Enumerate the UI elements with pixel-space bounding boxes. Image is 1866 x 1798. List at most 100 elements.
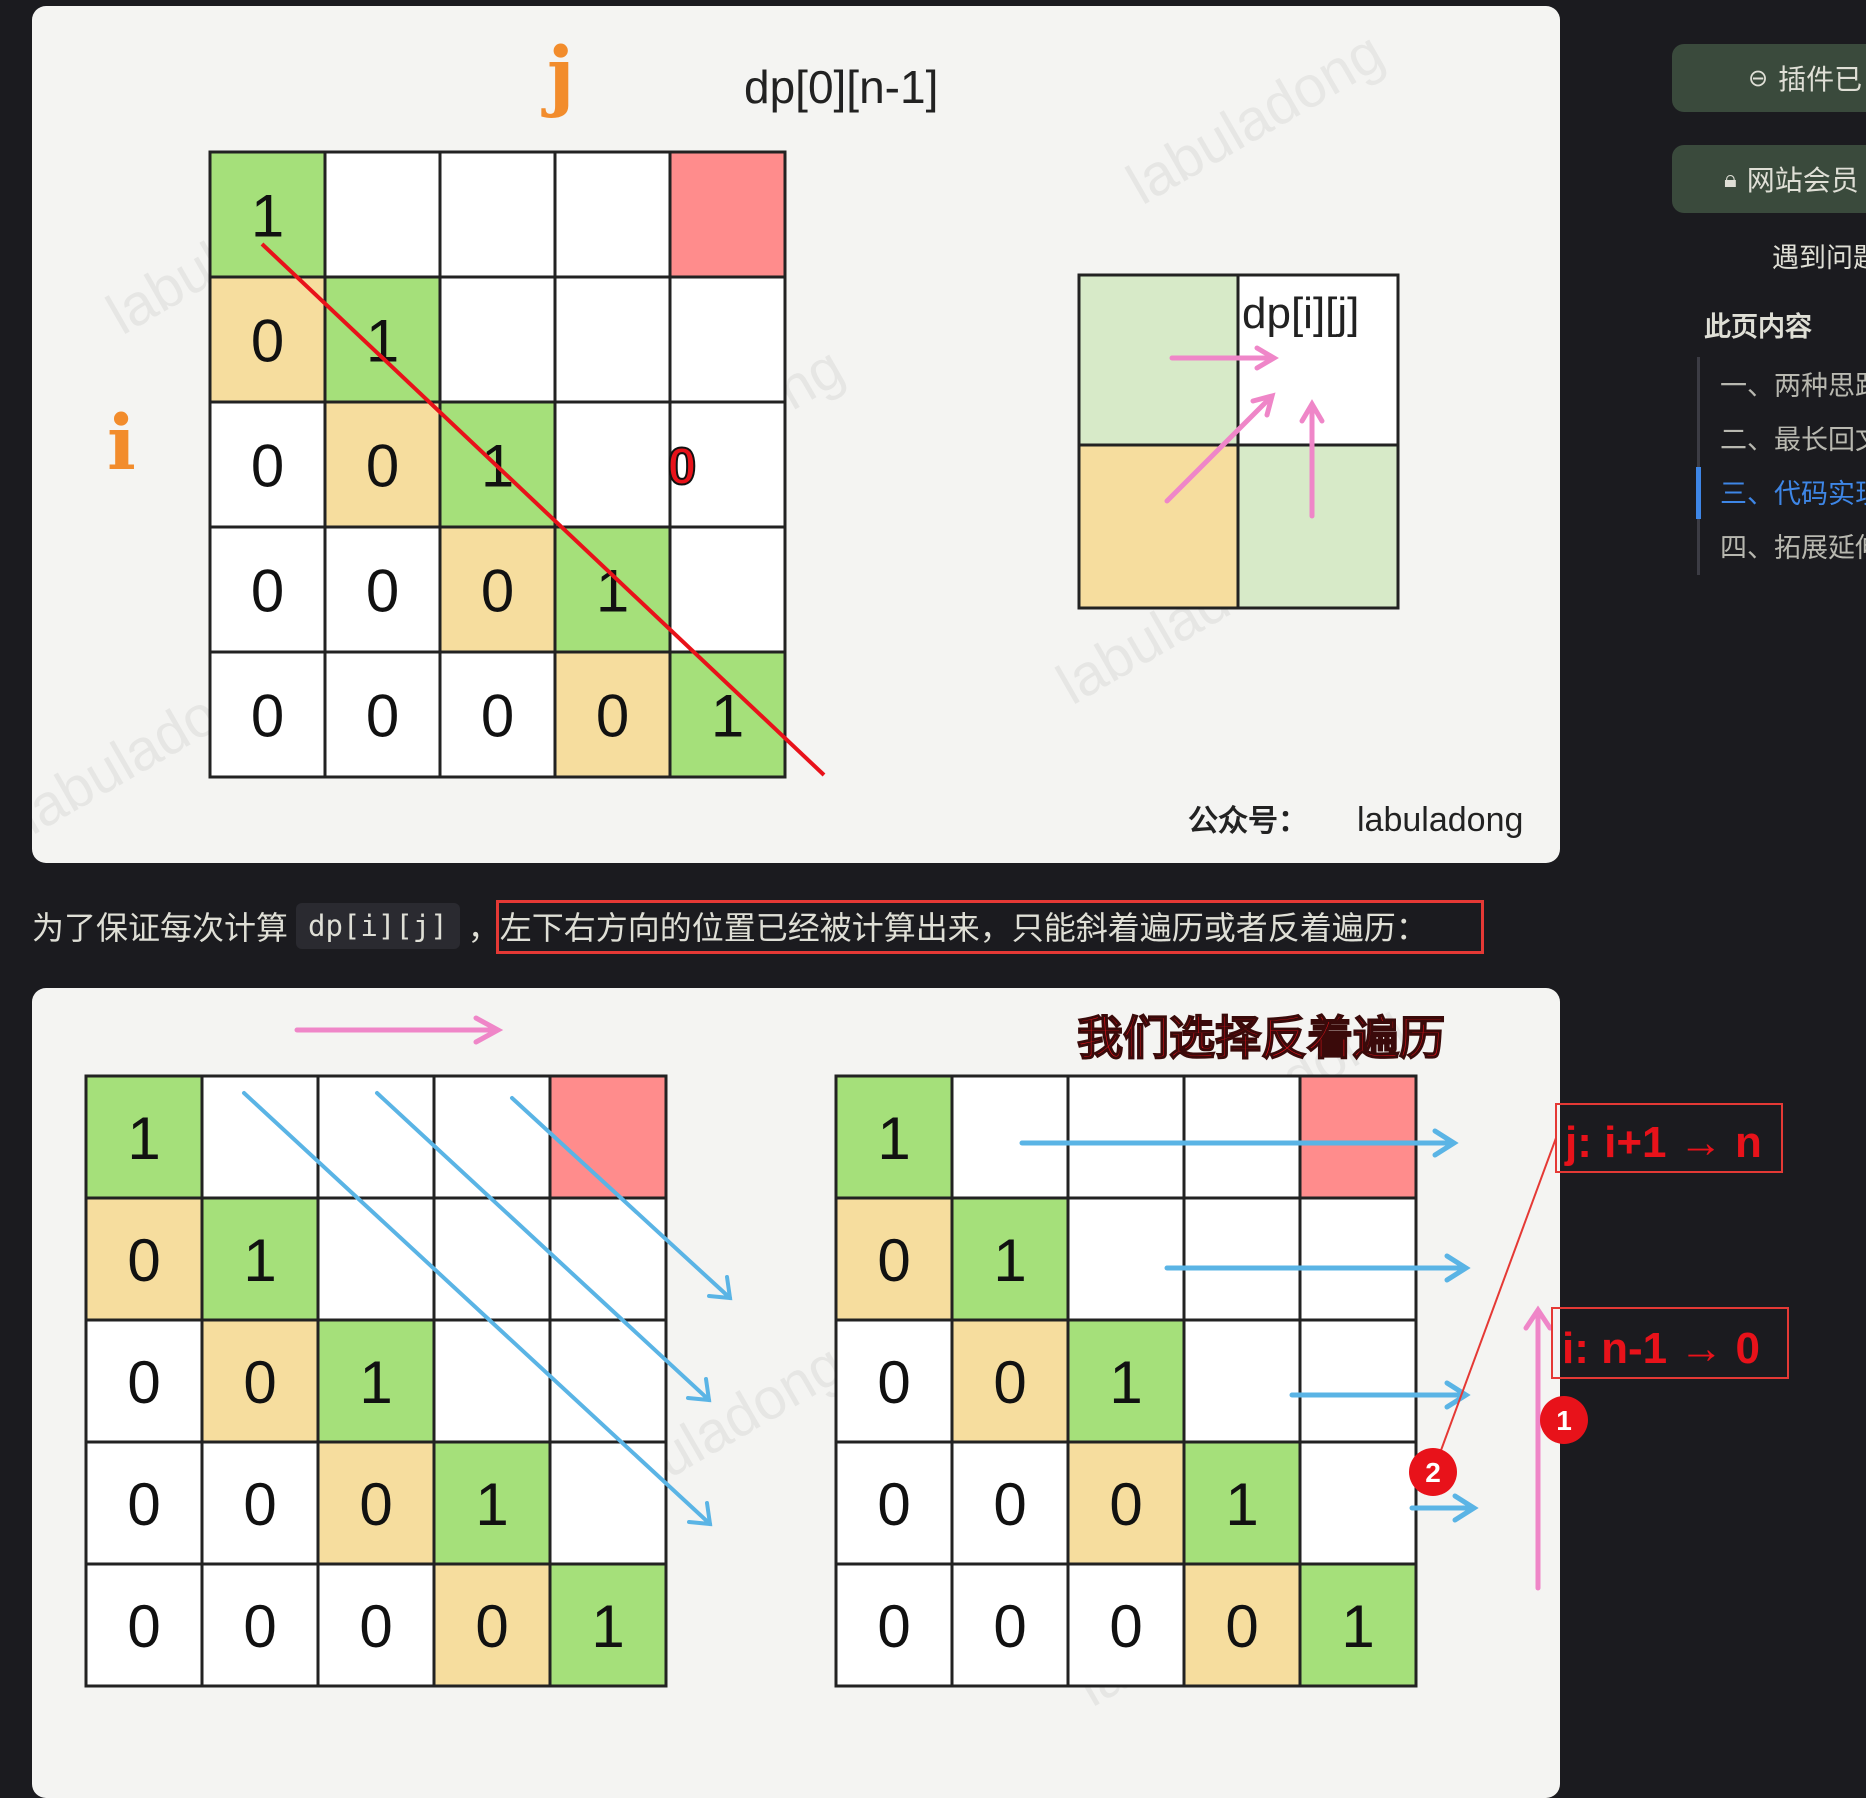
matrix-cell-value: 0 <box>127 1471 160 1538</box>
annotation-j-box <box>1555 1103 1783 1173</box>
matrix-cell-value: 1 <box>243 1227 276 1294</box>
matrix-cell-value: 0 <box>366 558 399 625</box>
matrix-cell <box>1298 1440 1418 1566</box>
matrix-cell <box>1066 1196 1186 1322</box>
matrix-cell-value: 0 <box>243 1471 276 1538</box>
matrix-cell <box>1182 1196 1302 1322</box>
figure-title: 我们选择反着遍历 <box>1077 1011 1445 1065</box>
matrix-cell-value: 0 <box>877 1349 910 1416</box>
matrix-cell-value: 1 <box>127 1105 160 1172</box>
matrix-cell-value: 0 <box>359 1593 392 1660</box>
matrix-cell <box>438 150 557 279</box>
matrix-cell <box>1298 1074 1418 1200</box>
matrix-cell-value: 0 <box>243 1349 276 1416</box>
toc-title: 此页内容 <box>1704 312 1812 343</box>
help-link[interactable]: 遇到问题 <box>1772 236 1866 275</box>
matrix-cell-value: 0 <box>481 683 514 750</box>
svg-text:labuladong: labuladong <box>1116 19 1394 217</box>
matrix-cell-value: 0 <box>877 1593 910 1660</box>
matrix-cell-value: 0 <box>359 1471 392 1538</box>
matrix-cell-value: 1 <box>475 1471 508 1538</box>
toc-active-indicator <box>1696 467 1701 519</box>
matrix-cell <box>432 1196 552 1322</box>
caption-prefix: 为了保证每次计算 <box>32 909 289 947</box>
matrix-cell <box>323 150 442 279</box>
matrix-cell-value: 0 <box>993 1593 1026 1660</box>
j-axis-label: j <box>541 30 575 119</box>
plugin-button-label: 插件已 <box>1778 63 1863 96</box>
toc-track <box>1697 357 1700 575</box>
footer-credit: 公众号： labuladong <box>1188 801 1523 839</box>
toc-item[interactable]: 四、拓展延伸 <box>1720 526 1866 565</box>
matrix-cell-value: 0 <box>366 433 399 500</box>
matrix-cell <box>950 1074 1070 1200</box>
matrix-cell <box>548 1196 668 1322</box>
matrix-cell <box>200 1074 320 1200</box>
mini-cell-below <box>1238 445 1398 608</box>
matrix-cell <box>548 1074 668 1200</box>
matrix-cell <box>438 275 557 404</box>
toc-item[interactable]: 二、最长回文 <box>1720 418 1866 457</box>
footer-label: labuladong <box>1357 801 1523 839</box>
matrix-cell-value: 1 <box>591 1593 624 1660</box>
mini-cell-diag <box>1079 445 1238 608</box>
matrix-cell-value: 0 <box>596 683 629 750</box>
matrix-cell <box>1182 1318 1302 1444</box>
top-right-cell-label: dp[0][n-1] <box>744 61 938 113</box>
mini-cell-label: dp[i][j] <box>1242 289 1359 338</box>
figure-dp-matrix: labuladong labuladong labuladong labulad… <box>32 6 1560 863</box>
matrix-cell-value: 0 <box>127 1593 160 1660</box>
matrix-cell <box>553 400 672 529</box>
matrix-cell-value: 0 <box>127 1349 160 1416</box>
matrix-cell <box>432 1318 552 1444</box>
i-axis-label: i <box>107 398 136 487</box>
matrix-cell-value: 1 <box>1109 1349 1142 1416</box>
lock-icon: 🔒︎ <box>1724 165 1737 193</box>
matrix-cell <box>1298 1196 1418 1322</box>
annotation-j: j: i+1 → n <box>1564 1118 1762 1167</box>
caption-code: dp[i][j] <box>296 903 460 949</box>
matrix-cell <box>553 150 672 279</box>
matrix-cell-value: 0 <box>366 683 399 750</box>
membership-button[interactable]: 🔒︎ 网站会员 <box>1672 145 1866 213</box>
mini-diagram: dp[i][j] <box>1077 273 1400 610</box>
annotation-i: i: n-1 → 0 <box>1562 1324 1760 1373</box>
matrix-cell <box>1066 1074 1186 1200</box>
matrix-cell <box>432 1074 552 1200</box>
matrix-cell-value: 1 <box>366 308 399 375</box>
matrix-cell-value: 1 <box>359 1349 392 1416</box>
footer-seal-icon: 公众号： <box>1188 804 1308 839</box>
annotation-i-box <box>1551 1307 1789 1379</box>
plugin-button[interactable]: ⊖ 插件已 <box>1672 44 1866 112</box>
figure2-svg: labuladong labuladong labuladong labulad… <box>84 991 1553 1719</box>
matrix-cell-value: 0 <box>251 308 284 375</box>
matrix-cell <box>668 150 787 279</box>
matrix-cell-value: 0 <box>1225 1593 1258 1660</box>
matrix-cell-value: 0 <box>1109 1471 1142 1538</box>
figure-traversal: labuladong labuladong labuladong labulad… <box>32 988 1560 1798</box>
matrix-cell <box>1182 1074 1302 1200</box>
matrix-cell-value: 1 <box>251 183 284 250</box>
matrix-cell <box>548 1318 668 1444</box>
matrix-cell-value: 1 <box>877 1105 910 1172</box>
matrix-cell <box>668 275 787 404</box>
matrix-cell-value: 0 <box>251 433 284 500</box>
matrix-cell-value: 0 <box>993 1349 1026 1416</box>
matrix-cell-value: 0 <box>251 558 284 625</box>
highlight-zero: 0 <box>668 438 697 496</box>
matrix-cell-value: 1 <box>1341 1593 1374 1660</box>
matrix-cell <box>1298 1318 1418 1444</box>
matrix-cell-value: 0 <box>481 558 514 625</box>
matrix-cell <box>548 1440 668 1566</box>
toc-item-active[interactable]: 三、代码实现 <box>1720 472 1866 511</box>
toc-item[interactable]: 一、两种思路 <box>1720 364 1866 403</box>
matrix-cell-value: 0 <box>877 1227 910 1294</box>
matrix-cell-value: 1 <box>993 1227 1026 1294</box>
matrix-cell-value: 0 <box>877 1471 910 1538</box>
caption-highlight-box <box>496 900 1484 954</box>
matrix-cell-value: 0 <box>127 1227 160 1294</box>
right-matrix: 1 0 1 0 0 1 0 0 0 1 0 0 0 0 1 <box>834 1074 1418 1688</box>
matrix-cell <box>668 525 787 654</box>
matrix-cell-value: 0 <box>1109 1593 1142 1660</box>
matrix-cell-value: 1 <box>596 558 629 625</box>
